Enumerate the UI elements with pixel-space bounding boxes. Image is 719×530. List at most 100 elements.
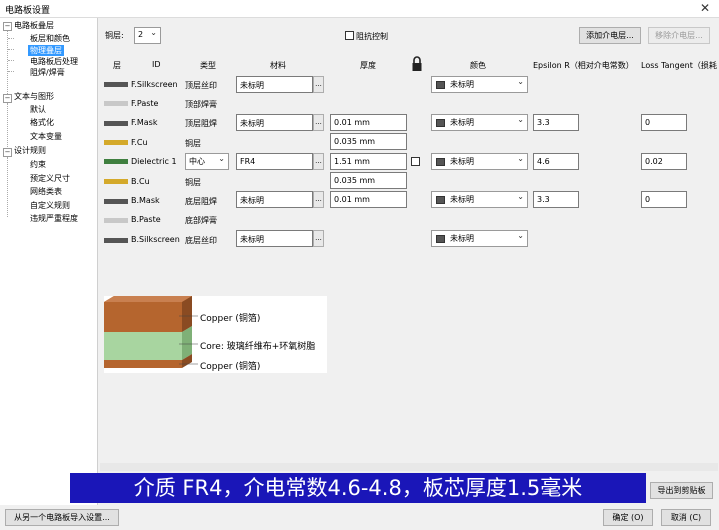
tree-item-custom-rules[interactable]: 自定义规则 (30, 200, 70, 211)
tree-item-defaults[interactable]: 默认 (30, 104, 46, 115)
layer-id: F.Paste (131, 99, 159, 108)
horizontal-scrollbar[interactable] (100, 463, 718, 471)
lock-icon (412, 56, 422, 72)
header-type: 类型 (200, 61, 216, 70)
layer-id: B.Cu (131, 177, 150, 186)
layer-swatch (104, 179, 128, 184)
header-layer: 层 (113, 61, 121, 70)
chevron-down-icon: ⌄ (517, 231, 524, 240)
layer-swatch (104, 238, 128, 243)
collapse-icon[interactable]: − (3, 148, 12, 157)
tree-item-text-variables[interactable]: 文本变量 (30, 131, 62, 142)
layer-swatch (104, 121, 128, 126)
impedance-label: 阻抗控制 (356, 32, 388, 41)
copper-layers-select[interactable]: 2 ⌄ (134, 27, 161, 44)
layer-id: F.Cu (131, 138, 148, 147)
thickness-field[interactable]: 0.01 mm (330, 191, 407, 208)
remove-dielectric-button[interactable]: 移除介电层... (648, 27, 710, 44)
layer-id: F.Silkscreen (131, 80, 178, 89)
tree-item-mask-paste[interactable]: 阻焊/焊膏 (30, 67, 65, 78)
thickness-field[interactable]: 0.035 mm (330, 172, 407, 189)
loss-tangent-field[interactable]: 0.02 (641, 153, 687, 170)
window-title: 电路板设置 (5, 6, 51, 16)
title-bar: 电路板设置 ✕ (0, 0, 719, 18)
header-epsilon: Epsilon R（相对介电常数） (533, 61, 634, 70)
layer-id: B.Paste (131, 215, 161, 224)
add-dielectric-button[interactable]: 添加介电层... (579, 27, 641, 44)
core-label: Core: 玻璃纤维布+环氧树脂 (200, 342, 316, 352)
tree-item-design-rules[interactable]: 设计规则 (14, 145, 46, 156)
loss-tangent-field[interactable]: 0 (641, 114, 687, 131)
thickness-field[interactable]: 0.01 mm (330, 114, 407, 131)
collapse-icon[interactable]: − (3, 22, 12, 31)
close-icon[interactable]: ✕ (700, 1, 710, 15)
cancel-button[interactable]: 取消 (C) (661, 509, 711, 526)
tree-item-violation-severity[interactable]: 违规严重程度 (30, 213, 78, 224)
layer-swatch (104, 140, 128, 145)
ok-button[interactable]: 确定 (O) (603, 509, 653, 526)
header-id: ID (152, 60, 161, 69)
color-select[interactable]: 未标明 ⌄ (431, 153, 528, 170)
chevron-down-icon: ⌄ (218, 154, 225, 163)
collapse-icon[interactable]: − (3, 94, 12, 103)
video-subtitle: 介质 FR4，介电常数4.6-4.8，板芯厚度1.5毫米 (70, 473, 646, 503)
material-browse-button[interactable]: ... (313, 153, 324, 170)
chevron-down-icon: ⌄ (517, 115, 524, 124)
import-settings-button[interactable]: 从另一个电路板导入设置... (5, 509, 119, 526)
epsilon-field[interactable]: 3.3 (533, 114, 579, 131)
material-field[interactable]: 未标明 (236, 114, 313, 131)
tree-item-formatting[interactable]: 格式化 (30, 117, 54, 128)
layer-type: 底层阻焊 (185, 197, 217, 206)
material-browse-button[interactable]: ... (313, 191, 324, 208)
layer-type: 顶部焊膏 (185, 100, 217, 109)
chevron-down-icon: ⌄ (517, 192, 524, 201)
header-loss-tangent: Loss Tangent（损耗 (641, 61, 717, 70)
color-select[interactable]: 未标明 ⌄ (431, 230, 528, 247)
layer-type: 顶层丝印 (185, 81, 217, 90)
chevron-down-icon: ⌄ (517, 154, 524, 163)
thickness-field[interactable]: 0.035 mm (330, 133, 407, 150)
copper-layers-value: 2 (138, 30, 144, 39)
thickness-field[interactable]: 1.51 mm (330, 153, 407, 170)
layer-type: 顶层阻焊 (185, 119, 217, 128)
layer-swatch (104, 199, 128, 204)
tree-item-board-finish[interactable]: 电路板后处理 (30, 56, 78, 67)
thickness-lock-checkbox[interactable] (411, 157, 420, 166)
copper-bottom-label: Copper (铜箔) (200, 362, 261, 372)
material-field[interactable]: 未标明 (236, 191, 313, 208)
material-field[interactable]: 未标明 (236, 76, 313, 93)
tree-item-board-stackup[interactable]: 电路板叠层 (14, 20, 54, 31)
tree-item-physical-stackup[interactable]: 物理叠层 (28, 45, 64, 56)
color-select[interactable]: 未标明 ⌄ (431, 114, 528, 131)
header-thickness: 厚度 (360, 61, 376, 70)
color-select[interactable]: 未标明 ⌄ (431, 191, 528, 208)
header-color: 颜色 (470, 61, 486, 70)
material-browse-button[interactable]: ... (313, 114, 324, 131)
layer-type: 铜层 (185, 178, 201, 187)
layer-swatch (104, 218, 128, 223)
material-field[interactable]: FR4 (236, 153, 313, 170)
tree-item-predefined-sizes[interactable]: 预定义尺寸 (30, 173, 70, 184)
dielectric-type-select[interactable]: 中心 ⌄ (185, 153, 229, 170)
stackup-illustration: Copper (铜箔) Core: 玻璃纤维布+环氧树脂 Copper (铜箔) (104, 296, 327, 373)
layer-id: B.Silkscreen (131, 235, 180, 244)
tree-item-net-classes[interactable]: 网络类表 (30, 186, 62, 197)
material-field[interactable]: 未标明 (236, 230, 313, 247)
export-clipboard-button[interactable]: 导出到剪贴板 (650, 482, 713, 499)
epsilon-field[interactable]: 3.3 (533, 191, 579, 208)
tree-item-layers-colors[interactable]: 板层和颜色 (30, 33, 70, 44)
layer-swatch (104, 101, 128, 106)
layer-type: 底部焊膏 (185, 216, 217, 225)
chevron-down-icon: ⌄ (150, 28, 157, 37)
tree-item-text-graphics[interactable]: 文本与图形 (14, 91, 54, 102)
copper-top-label: Copper (铜箔) (200, 314, 261, 324)
impedance-checkbox[interactable] (345, 31, 354, 40)
material-browse-button[interactable]: ... (313, 76, 324, 93)
epsilon-field[interactable]: 4.6 (533, 153, 579, 170)
color-select[interactable]: 未标明 ⌄ (431, 76, 528, 93)
layer-type: 铜层 (185, 139, 201, 148)
layer-id: B.Mask (131, 196, 160, 205)
loss-tangent-field[interactable]: 0 (641, 191, 687, 208)
material-browse-button[interactable]: ... (313, 230, 324, 247)
tree-item-constraints[interactable]: 约束 (30, 159, 46, 170)
